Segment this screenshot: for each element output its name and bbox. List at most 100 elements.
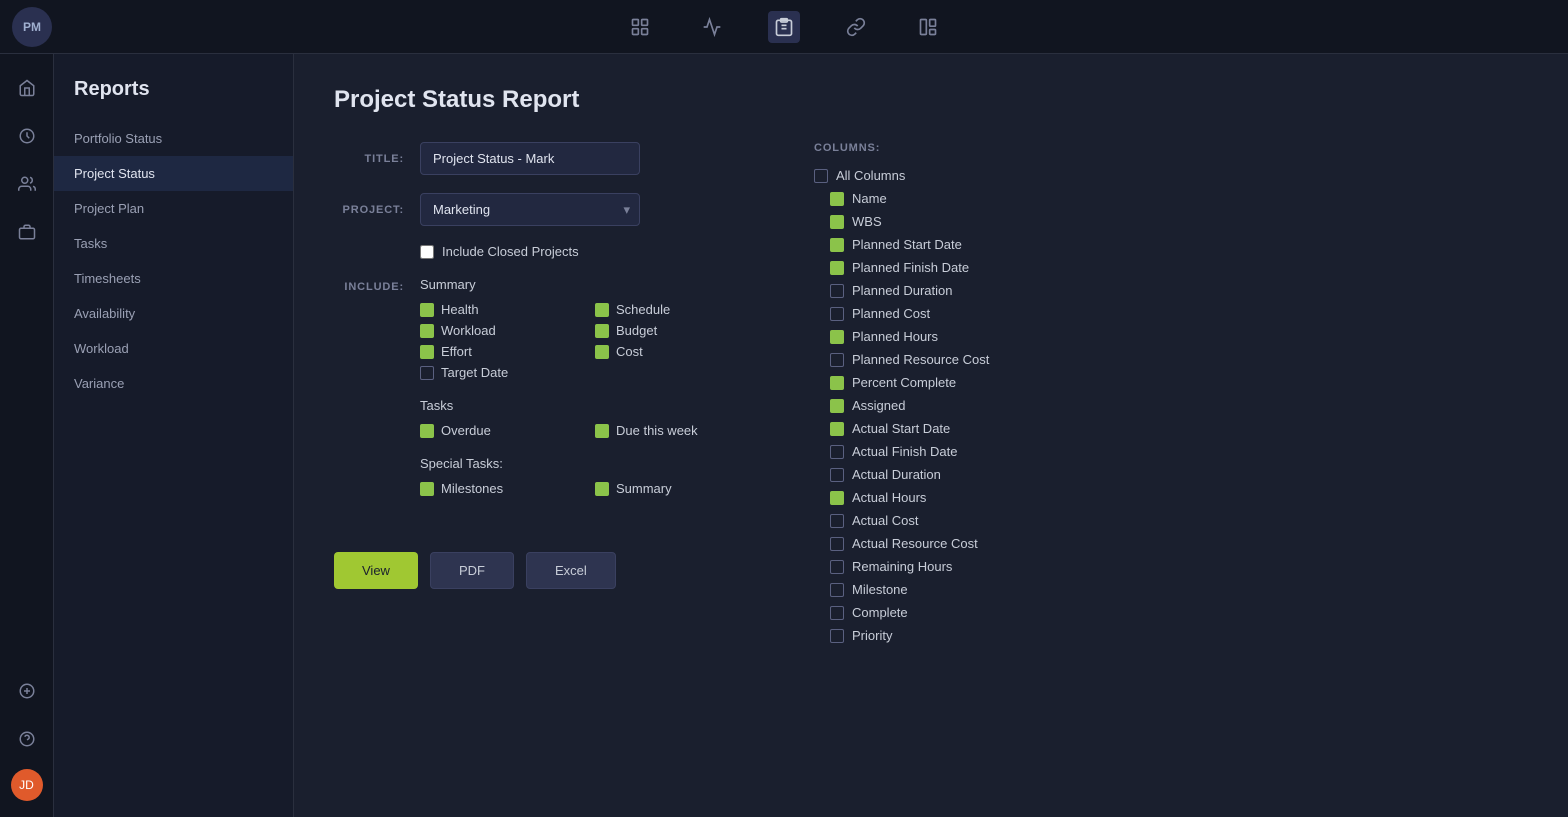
col-actual-duration: Actual Duration [830,467,1520,482]
col-actual-resource-cost-checkbox[interactable] [830,537,844,551]
sidebar-item-workload[interactable]: Workload [54,331,293,366]
col-actual-cost: Actual Cost [830,513,1520,528]
special-tasks-header: Special Tasks: [420,456,754,471]
col-actual-finish-checkbox[interactable] [830,445,844,459]
col-actual-cost-checkbox[interactable] [830,514,844,528]
search-nav-icon[interactable] [624,11,656,43]
col-planned-cost-checkbox[interactable] [830,307,844,321]
project-select-wrapper: Marketing Development Sales Design ▾ [420,193,640,226]
users-icon[interactable] [9,166,45,202]
sidebar: Reports Portfolio Status Project Status … [54,54,294,817]
briefcase-icon[interactable] [9,214,45,250]
sidebar-item-portfolio-status[interactable]: Portfolio Status [54,121,293,156]
schedule-checkbox[interactable] [595,303,609,317]
view-button[interactable]: View [334,552,418,589]
col-planned-hours: Planned Hours [830,329,1520,344]
sidebar-item-availability[interactable]: Availability [54,296,293,331]
project-row: PROJECT: Marketing Development Sales Des… [334,193,754,226]
include-label: INCLUDE: [334,281,404,293]
budget-checkbox[interactable] [595,324,609,338]
project-select[interactable]: Marketing Development Sales Design [420,193,640,226]
summary-tasks-checkbox[interactable] [595,482,609,496]
clock-icon[interactable] [9,118,45,154]
col-planned-resource-cost-checkbox[interactable] [830,353,844,367]
sidebar-item-project-plan[interactable]: Project Plan [54,191,293,226]
tasks-grid: Overdue Due this week [420,423,754,438]
special-tasks-section: Special Tasks: Milestones Summary [420,456,754,496]
summary-target-date: Target Date [420,365,579,380]
col-actual-duration-checkbox[interactable] [830,468,844,482]
col-milestone-checkbox[interactable] [830,583,844,597]
col-actual-hours: Actual Hours [830,490,1520,505]
add-icon[interactable] [9,673,45,709]
link-nav-icon[interactable] [840,11,872,43]
sidebar-item-tasks[interactable]: Tasks [54,226,293,261]
col-actual-start: Actual Start Date [830,421,1520,436]
clipboard-nav-icon[interactable] [768,11,800,43]
summary-grid: Health Schedule Workload [420,302,754,380]
title-label: TITLE: [334,153,404,165]
content-area: Project Status Report TITLE: PROJECT: Ma… [294,54,1568,817]
col-priority: Priority [830,628,1520,643]
summary-header: Summary [420,277,754,292]
help-icon[interactable] [9,721,45,757]
overdue-checkbox[interactable] [420,424,434,438]
icon-bar-bottom: JD [9,673,45,817]
col-planned-hours-checkbox[interactable] [830,330,844,344]
col-actual-hours-checkbox[interactable] [830,491,844,505]
pdf-button[interactable]: PDF [430,552,514,589]
icon-bar: JD [0,54,54,817]
col-wbs-checkbox[interactable] [830,215,844,229]
col-name-checkbox[interactable] [830,192,844,206]
col-wbs: WBS [830,214,1520,229]
tasks-overdue: Overdue [420,423,579,438]
col-percent-complete: Percent Complete [830,375,1520,390]
buttons-row: View PDF Excel [334,552,754,589]
avatar[interactable]: JD [11,769,43,801]
columns-section: COLUMNS: All Columns Name W [814,142,1528,651]
col-remaining-hours-checkbox[interactable] [830,560,844,574]
include-closed-checkbox[interactable] [420,245,434,259]
col-assigned: Assigned [830,398,1520,413]
effort-checkbox[interactable] [420,345,434,359]
col-planned-duration-checkbox[interactable] [830,284,844,298]
col-complete-checkbox[interactable] [830,606,844,620]
layout-nav-icon[interactable] [912,11,944,43]
tasks-header: Tasks [420,398,754,413]
title-row: TITLE: [334,142,754,175]
milestones-checkbox[interactable] [420,482,434,496]
col-milestone: Milestone [830,582,1520,597]
col-actual-resource-cost: Actual Resource Cost [830,536,1520,551]
workload-checkbox[interactable] [420,324,434,338]
sidebar-item-variance[interactable]: Variance [54,366,293,401]
summary-effort: Effort [420,344,579,359]
activity-nav-icon[interactable] [696,11,728,43]
col-complete: Complete [830,605,1520,620]
app-logo[interactable]: PM [12,7,52,47]
col-remaining-hours: Remaining Hours [830,559,1520,574]
summary-schedule: Schedule [595,302,754,317]
due-this-week-checkbox[interactable] [595,424,609,438]
columns-scroll[interactable]: All Columns Name WBS Plann [814,168,1528,651]
sidebar-item-project-status[interactable]: Project Status [54,156,293,191]
title-input[interactable] [420,142,640,175]
col-percent-complete-checkbox[interactable] [830,376,844,390]
include-wrapper: INCLUDE: Summary Health [334,277,754,520]
form-section: TITLE: PROJECT: Marketing Development Sa… [334,142,1528,651]
col-all-columns: All Columns [814,168,1520,183]
col-assigned-checkbox[interactable] [830,399,844,413]
col-planned-resource-cost: Planned Resource Cost [830,352,1520,367]
all-columns-checkbox[interactable] [814,169,828,183]
col-planned-start-checkbox[interactable] [830,238,844,252]
summary-health: Health [420,302,579,317]
excel-button[interactable]: Excel [526,552,616,589]
home-icon[interactable] [9,70,45,106]
target-date-checkbox[interactable] [420,366,434,380]
col-planned-finish-checkbox[interactable] [830,261,844,275]
health-checkbox[interactable] [420,303,434,317]
cost-checkbox[interactable] [595,345,609,359]
project-label: PROJECT: [334,204,404,216]
col-actual-start-checkbox[interactable] [830,422,844,436]
sidebar-item-timesheets[interactable]: Timesheets [54,261,293,296]
col-priority-checkbox[interactable] [830,629,844,643]
